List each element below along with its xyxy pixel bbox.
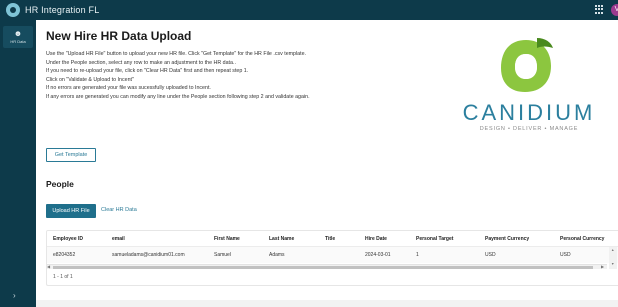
sidebar-item-label: HR Data <box>10 39 26 44</box>
avatar[interactable]: V <box>611 4 618 16</box>
column-header[interactable]: Personal Currency <box>560 231 604 247</box>
instructions: Use the "Upload HR File" button to uploa… <box>46 50 446 101</box>
expand-sidebar-chevron-icon[interactable]: › <box>13 291 16 300</box>
instruction-line: If you need to re-upload your file, clic… <box>46 68 249 74</box>
bottom-scroll-strip <box>36 300 618 307</box>
main-content: New Hire HR Data Upload Use the "Upload … <box>36 20 618 307</box>
clear-hr-data-link[interactable]: Clear HR Data <box>101 207 137 213</box>
upload-hr-file-button[interactable]: Upload HR File <box>46 204 96 218</box>
cell-email: samueladams@canidium01.com <box>112 252 185 258</box>
scrollbar-thumb[interactable] <box>53 266 593 269</box>
vertical-scrollbar[interactable]: ▲ ▼ <box>609 247 617 269</box>
scroll-right-icon[interactable]: ▶ <box>601 264 604 269</box>
column-header[interactable]: email <box>112 231 125 247</box>
cell-last-name: Adams <box>269 252 285 258</box>
table-row[interactable]: e8204352 samueladams@canidium01.com Samu… <box>47 247 618 263</box>
pagination-status: 1 - 1 of 1 <box>53 274 73 280</box>
people-section-title: People <box>46 179 74 189</box>
get-template-button[interactable]: Get Template <box>46 148 96 162</box>
column-header[interactable]: Employee ID <box>53 231 83 247</box>
cell-personal-target: 1 <box>416 252 419 258</box>
column-header[interactable]: Payment Currency <box>485 231 529 247</box>
cell-first-name: Samuel <box>214 252 231 258</box>
people-table: Employee ID email First Name Last Name T… <box>46 230 618 286</box>
app-logo-icon <box>6 3 20 17</box>
column-header[interactable]: Hire Date <box>365 231 387 247</box>
page-title: New Hire HR Data Upload <box>46 29 192 43</box>
column-header[interactable]: Title <box>325 231 335 247</box>
horizontal-scrollbar[interactable]: ◀ ▶ <box>47 264 607 269</box>
top-bar: HR Integration FL V <box>0 0 618 20</box>
instruction-line: Under the People section, select any row… <box>46 59 236 66</box>
cell-payment-currency: USD <box>485 252 496 258</box>
app-launcher-icon[interactable] <box>595 5 604 14</box>
cell-employee-id: e8204352 <box>53 252 76 258</box>
instruction-line: If any errors are generated you can modi… <box>46 93 310 100</box>
app-title: HR Integration FL <box>25 5 100 15</box>
brand-tagline: DESIGN • DELIVER • MANAGE <box>479 126 579 132</box>
column-header[interactable]: Last Name <box>269 231 294 247</box>
table-header: Employee ID email First Name Last Name T… <box>47 231 618 247</box>
people-icon: ☻ <box>13 29 23 38</box>
instruction-line: Click on "Validate & Upload to Incent" <box>46 76 134 83</box>
column-header[interactable]: Personal Target <box>416 231 453 247</box>
cell-personal-currency: USD <box>560 252 571 258</box>
scroll-left-icon[interactable]: ◀ <box>47 264 50 269</box>
instruction-line: If no errors are generated your file was… <box>46 85 211 91</box>
scroll-up-icon[interactable]: ▲ <box>611 248 614 252</box>
sidebar: ☻ HR Data › <box>0 20 36 307</box>
sidebar-item-hr-data[interactable]: ☻ HR Data <box>3 26 33 48</box>
cell-hire-date: 2024-03-01 <box>365 252 391 258</box>
instruction-line: Use the "Upload HR File" button to uploa… <box>46 51 307 57</box>
column-header[interactable]: First Name <box>214 231 240 247</box>
canidium-logo-icon <box>501 38 553 92</box>
brand-name: CANIDIUM <box>462 100 596 125</box>
brand-logo: CANIDIUM DESIGN • DELIVER • MANAGE <box>454 34 604 134</box>
scroll-down-icon[interactable]: ▼ <box>611 262 614 266</box>
